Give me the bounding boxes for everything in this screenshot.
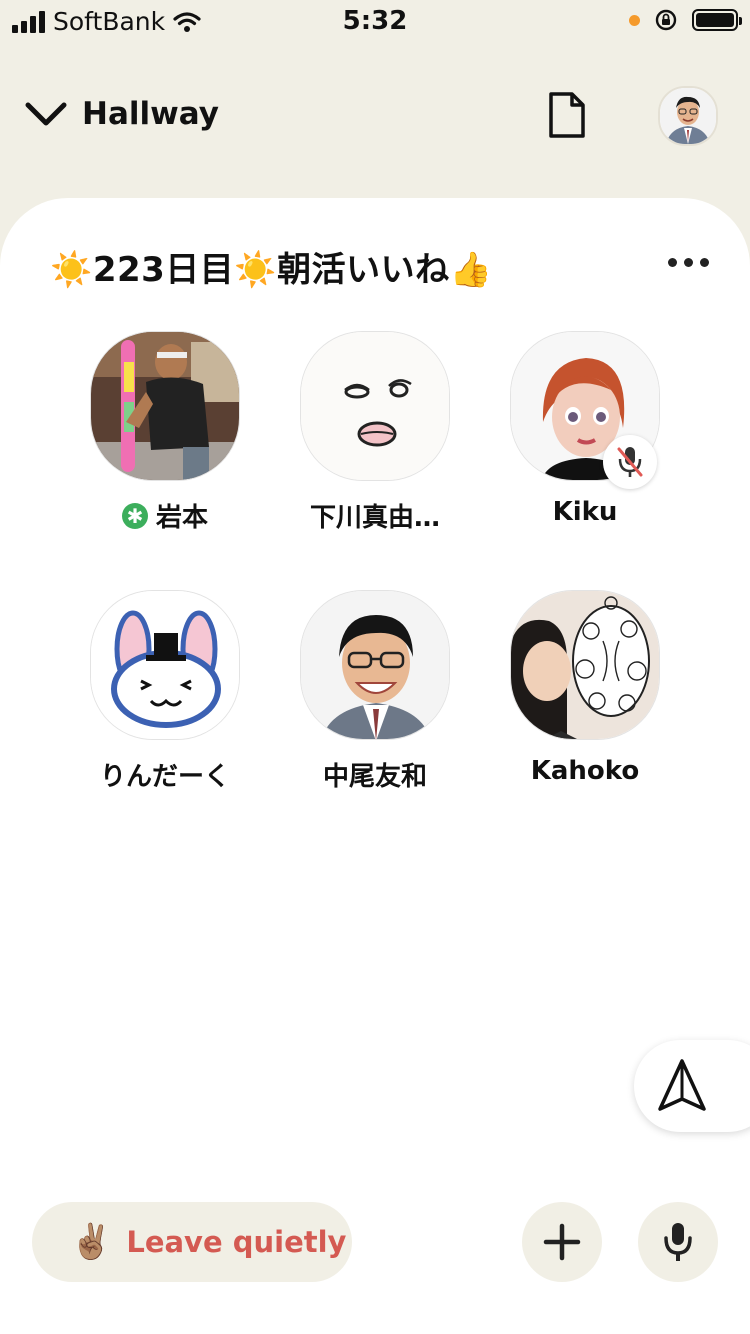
avatar-image	[660, 88, 716, 144]
avatar-image	[91, 332, 239, 480]
speaker-tile[interactable]: ✱ 岩本	[65, 331, 265, 534]
speaker-name: Kiku	[552, 497, 618, 527]
status-right	[629, 8, 742, 32]
avatar-image	[511, 591, 659, 739]
speaker-tile[interactable]: 中尾友和	[275, 590, 475, 793]
speaker-name-row: りんだーく	[65, 756, 265, 793]
leave-quietly-label: Leave quietly	[126, 1225, 347, 1259]
speaker-avatar[interactable]	[90, 590, 240, 740]
speaker-avatar[interactable]	[300, 590, 450, 740]
leave-quietly-button[interactable]: ✌🏽 Leave quietly	[32, 1202, 352, 1282]
add-button[interactable]	[522, 1202, 602, 1282]
microphone-muted-icon	[617, 447, 643, 477]
recording-indicator	[629, 14, 640, 26]
speaker-name: 中尾友和	[322, 762, 427, 792]
moderator-badge-icon: ✱	[121, 502, 148, 529]
more-options-button[interactable]	[668, 258, 709, 267]
speaker-name-row: Kahoko	[485, 756, 685, 786]
speaker-name: Kahoko	[530, 756, 640, 786]
speaker-avatar[interactable]	[510, 590, 660, 740]
battery-icon	[692, 9, 742, 31]
document-icon[interactable]	[546, 90, 588, 140]
speaker-avatar[interactable]	[300, 331, 450, 481]
peace-hand-icon: ✌🏽	[70, 1222, 113, 1262]
speaker-name: りんだーく	[99, 762, 230, 792]
more-horizontal-icon	[668, 258, 677, 267]
speaker-name: 岩本	[155, 503, 208, 533]
avatar-image	[301, 591, 449, 739]
room-title: ☀️223日目☀️朝活いいね👍	[50, 250, 493, 290]
status-bar: SoftBank 5:32	[0, 0, 750, 40]
microphone-button[interactable]	[638, 1202, 718, 1282]
profile-avatar[interactable]	[658, 86, 718, 146]
microphone-icon	[664, 1223, 692, 1261]
share-room-button[interactable]	[634, 1040, 750, 1132]
orientation-lock-icon	[655, 9, 677, 31]
plus-icon	[543, 1223, 581, 1261]
speaker-name: 下川真由…	[309, 503, 440, 533]
muted-badge	[603, 435, 657, 489]
avatar-image	[91, 591, 239, 739]
hallway-title: Hallway	[82, 96, 219, 132]
speaker-tile[interactable]: 下川真由…	[275, 331, 475, 534]
chevron-down-icon	[25, 102, 67, 126]
hallway-back-button[interactable]: Hallway	[24, 96, 219, 132]
speaker-name-row: Kiku	[485, 497, 685, 527]
speaker-avatar[interactable]	[90, 331, 240, 481]
speaker-tile[interactable]: Kiku	[485, 331, 685, 527]
speaker-tile[interactable]: りんだーく	[65, 590, 265, 793]
speaker-name-row: 下川真由…	[275, 497, 475, 534]
speaker-name-row: 中尾友和	[275, 756, 475, 793]
avatar-image	[301, 332, 449, 480]
speaker-tile[interactable]: Kahoko	[485, 590, 685, 786]
paper-plane-icon	[658, 1059, 706, 1111]
speaker-name-row: ✱ 岩本	[65, 497, 265, 534]
